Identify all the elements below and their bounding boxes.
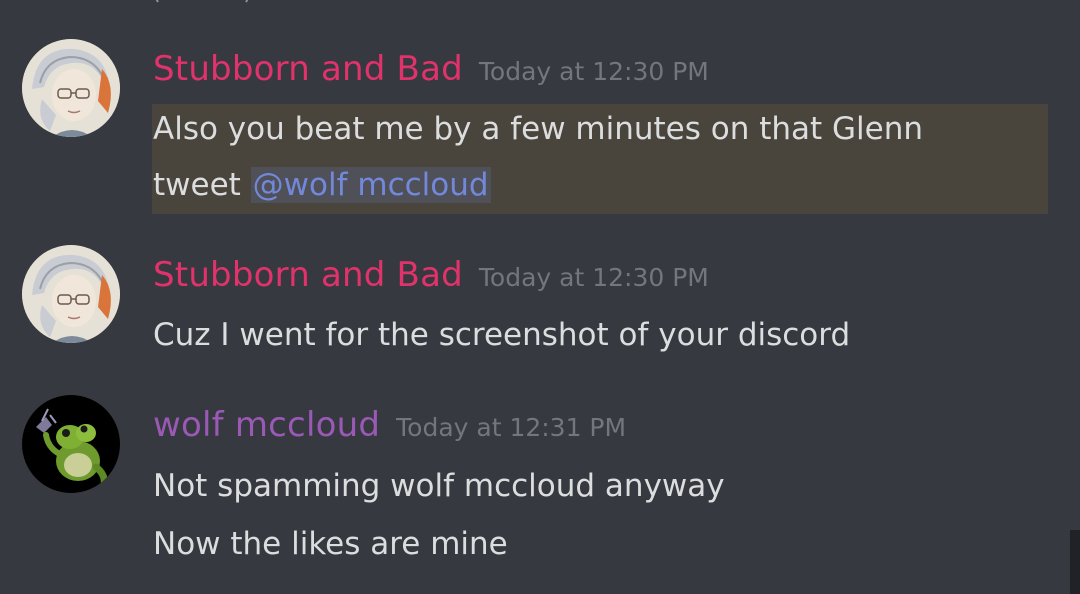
anime-character-avatar-icon (22, 39, 120, 137)
message-text: tweet (153, 167, 251, 203)
previous-message-fragment (155, 0, 249, 3)
message-text: Not spamming wolf mccloud anyway (153, 468, 725, 504)
message-text: Cuz I went for the screenshot of your di… (153, 317, 851, 353)
anime-character-avatar-icon (22, 245, 120, 343)
message-timestamp: Today at 12:30 PM (478, 57, 709, 86)
message-text-line: tweet @wolf mccloud (153, 167, 491, 203)
author-name[interactable]: Stubborn and Bad (153, 49, 463, 89)
message-text: Now the likes are mine (153, 526, 508, 562)
user-avatar[interactable] (22, 395, 120, 493)
user-avatar[interactable] (22, 39, 120, 137)
author-name[interactable]: Stubborn and Bad (153, 255, 463, 295)
chat-message-list: Stubborn and Bad Today at 12:30 PM Also y… (0, 0, 1080, 594)
message-text: Also you beat me by a few minutes on tha… (153, 111, 924, 147)
message-timestamp: Today at 12:30 PM (478, 263, 709, 292)
user-avatar[interactable] (22, 245, 120, 343)
message-timestamp: Today at 12:31 PM (396, 413, 627, 442)
user-mention[interactable]: @wolf mccloud (250, 167, 491, 203)
frog-character-avatar-icon (22, 395, 120, 493)
author-name[interactable]: wolf mccloud (153, 405, 380, 445)
scrollbar-thumb[interactable] (1070, 530, 1080, 594)
